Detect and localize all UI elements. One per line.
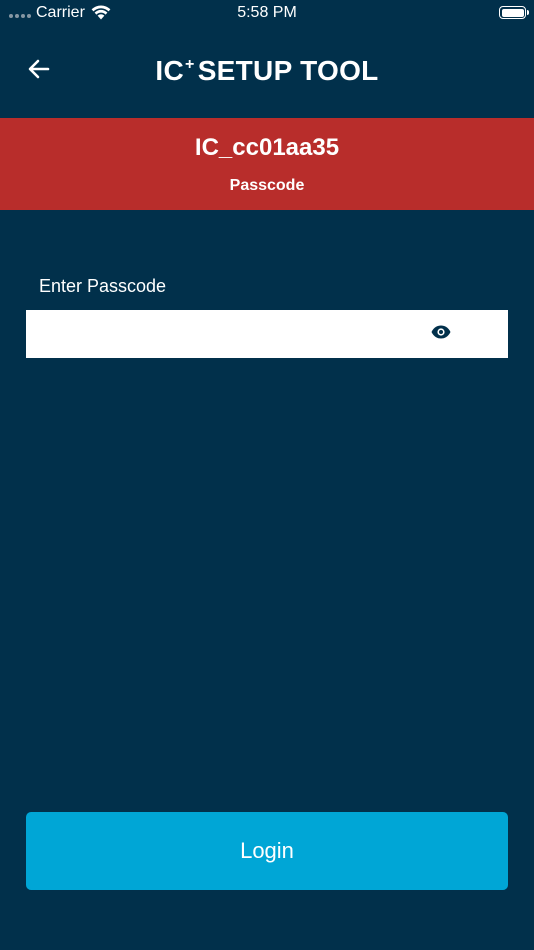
passcode-label: Enter Passcode <box>39 276 167 296</box>
toggle-visibility-button[interactable] <box>427 320 455 348</box>
status-bar: Carrier 5:58 PM <box>0 0 534 28</box>
status-time: 5:58 PM <box>237 4 297 21</box>
passcode-input[interactable] <box>26 310 416 358</box>
page-title: IC+ SETUP TOOL <box>0 55 534 87</box>
nav-bar: IC+ SETUP TOOL <box>0 40 534 104</box>
title-superscript: + <box>185 56 195 73</box>
login-button[interactable]: Login <box>26 812 508 890</box>
battery-icon <box>499 6 529 19</box>
passcode-field <box>26 310 508 358</box>
device-banner: IC_cc01aa35 Passcode <box>0 118 534 210</box>
title-prefix: IC <box>155 55 185 86</box>
eye-icon <box>431 325 451 344</box>
battery-level <box>501 8 524 17</box>
device-subtitle: Passcode <box>229 177 305 194</box>
device-name: IC_cc01aa35 <box>194 134 340 161</box>
title-suffix: SETUP TOOL <box>197 55 379 86</box>
